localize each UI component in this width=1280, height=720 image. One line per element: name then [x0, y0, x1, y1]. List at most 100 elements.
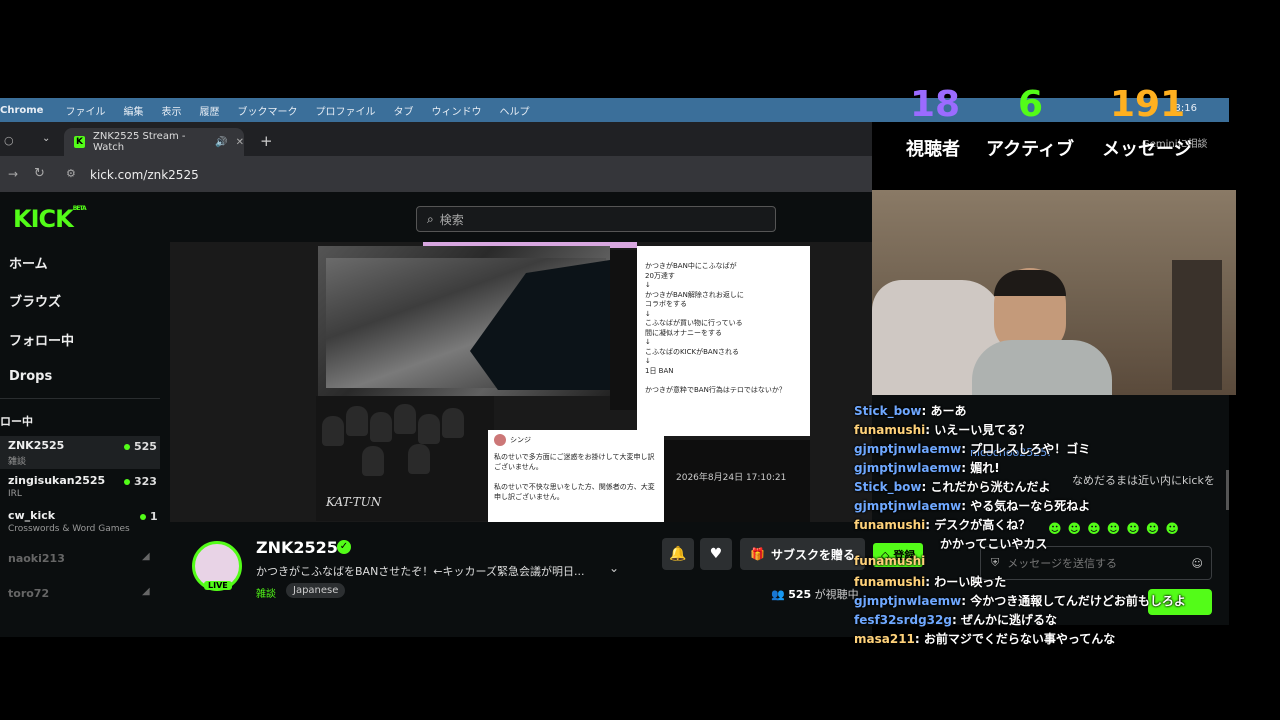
chat-username[interactable]: funamushi	[854, 554, 925, 568]
menu-edit[interactable]: 編集	[123, 103, 143, 118]
reload-icon[interactable]: ↻	[34, 166, 45, 181]
chat-message: かかってこいやカス	[940, 535, 1047, 552]
browser-tab[interactable]: K ZNK2525 Stream - Watch 🔊 ✕	[64, 128, 244, 156]
webcam-person-shirt	[972, 340, 1112, 395]
mac-menu-bar: Chrome ファイル 編集 表示 履歴 ブックマーク プロファイル タブ ウィ…	[0, 98, 1229, 122]
gift-sub-label: サブスクを贈る	[770, 547, 855, 562]
chat-username[interactable]: gjmptjnwlaemw	[854, 461, 961, 475]
menu-app-name[interactable]: Chrome	[0, 105, 43, 116]
band-title: KAT-TUN	[326, 495, 382, 509]
follow-heart-button[interactable]: ♥	[700, 538, 732, 570]
chat-message: funamushi: デスクが高くね？	[854, 518, 1031, 532]
chat-username[interactable]: funamushi	[854, 575, 925, 589]
stream-language-tag[interactable]: Japanese	[286, 583, 346, 598]
sidebar-channel-cw-kick[interactable]: cw_kick Crosswords & Word Games	[8, 509, 130, 534]
chat-username[interactable]: funamushi	[854, 423, 925, 437]
tab-close-icon[interactable]: ✕	[236, 137, 244, 148]
stream-channel-name[interactable]: ZNK2525	[256, 538, 338, 557]
menu-window[interactable]: ウィンドウ	[431, 103, 481, 118]
video-tweet-card: シンジ 私のせいで多方面にご迷惑をお掛けして大変申し訳ございません。 私のせいで…	[488, 430, 664, 522]
new-tab-icon[interactable]: +	[260, 132, 273, 150]
chat-text: プロレスしろや！ゴミ	[970, 442, 1091, 456]
chat-message: funamushi	[854, 554, 925, 568]
menu-tab[interactable]: タブ	[393, 103, 413, 118]
chat-text: デスクが高くね？	[934, 518, 1031, 532]
menu-profile[interactable]: プロファイル	[315, 103, 375, 118]
chat-username[interactable]: Stick_bow	[854, 404, 922, 418]
nav-following[interactable]: フォロー中	[9, 330, 74, 349]
stat-active-label: アクティブ	[986, 139, 1075, 160]
chat-message: funamushi: わーい映った	[854, 575, 1007, 589]
chat-overlay-text: なめだるまは近い内にkickを	[1072, 474, 1215, 487]
chat-username[interactable]: Stick_bow	[854, 480, 922, 494]
viewer-count: 1	[140, 510, 158, 523]
stream-category[interactable]: 雑談	[256, 585, 276, 600]
stat-messages-label: メッセージ	[1102, 139, 1192, 160]
channel-category: IRL	[8, 489, 22, 499]
sidebar-channel-zingisukan[interactable]: zingisukan2525 IRL	[8, 474, 105, 499]
expand-title-chevron-icon[interactable]: ⌄	[609, 561, 619, 575]
menu-file[interactable]: ファイル	[65, 103, 105, 118]
chat-message: gjmptjnwlaemw: 媚れ!	[854, 461, 1000, 475]
tab-audio-icon[interactable]: 🔊	[215, 137, 227, 148]
emoji-icon[interactable]: ☺	[1192, 557, 1203, 570]
chat-username[interactable]: masa211	[854, 632, 915, 646]
chat-username[interactable]: gjmptjnwlaemw	[854, 442, 961, 456]
nav-browse[interactable]: ブラウズ	[9, 291, 61, 310]
kick-favicon-icon: K	[74, 136, 85, 148]
chat-username[interactable]: funamushi	[854, 518, 925, 532]
emote-row-icon[interactable]: ☻☻☻☻☻☻☻	[1048, 522, 1185, 537]
kick-logo[interactable]: KICKBETA	[13, 205, 87, 233]
search-icon: ⌕	[427, 211, 434, 226]
tweet-text: 私のせいで多方面にご迷惑をお掛けして大変申し訳ございません。 私のせいで不快な思…	[494, 453, 655, 501]
gift-sub-button[interactable]: 🎁 サブスクを贈る	[740, 538, 865, 570]
search-input[interactable]: ⌕ 検索	[416, 206, 776, 232]
menu-bookmarks[interactable]: ブックマーク	[237, 103, 297, 118]
notification-bell-button[interactable]: 🔔	[662, 538, 694, 570]
chat-message: gjmptjnwlaemw: 今かつき通報してんだけどお前もしろよ	[854, 594, 1186, 608]
webcam-feed	[872, 190, 1236, 395]
menu-help[interactable]: ヘルプ	[499, 103, 529, 118]
tweet-user: シンジ	[510, 436, 531, 444]
chat-scrollbar[interactable]	[1226, 470, 1229, 510]
channel-name: cw_kick	[8, 509, 56, 522]
chat-text: わーい映った	[934, 575, 1007, 589]
chat-text: ぜんかに逃げるな	[960, 613, 1057, 627]
chat-text: いえーい見てる？	[934, 423, 1031, 437]
chat-text: あーあ	[930, 404, 967, 418]
channel-name: zingisukan2525	[8, 474, 106, 487]
chat-badge-icon: ⛨	[991, 556, 1000, 569]
webcam-person-hair	[994, 270, 1066, 296]
sidebar-channel-naoki[interactable]: naoki213	[8, 552, 65, 565]
viewer-count: 525	[124, 440, 157, 453]
chat-input-placeholder: メッセージを送信する	[1007, 557, 1118, 570]
nav-home[interactable]: ホーム	[9, 253, 48, 272]
bell-icon: 🔔	[669, 546, 687, 562]
viewers-icon: 👥	[771, 588, 785, 601]
sidebar-channel-znk2525[interactable]: ZNK2525 雑談	[8, 439, 64, 467]
nav-drops[interactable]: Drops	[9, 369, 52, 384]
site-info-icon[interactable]: ⚙	[66, 167, 76, 180]
chat-username[interactable]: gjmptjnwlaemw	[854, 499, 961, 513]
chat-message: gjmptjnwlaemw: やる気ねーなら死ねよ	[854, 499, 1091, 513]
xcom-label: X.com	[626, 432, 661, 443]
tab-list-chevron-icon[interactable]: ⌄	[42, 133, 50, 144]
verified-icon: ✓	[337, 540, 351, 554]
chat-message: funamushi: いえーい見てる？	[854, 423, 1031, 437]
sidebar-channel-toro[interactable]: toro72	[8, 587, 49, 600]
channel-category: Crosswords & Word Games	[8, 524, 130, 534]
url-input[interactable]: kick.com/znk2525	[90, 168, 199, 182]
chat-message: fesf32srdg32g: ぜんかに逃げるな	[854, 613, 1057, 627]
menu-view[interactable]: 表示	[161, 103, 181, 118]
stream-viewers: 👥 525 が視聴中	[771, 586, 859, 602]
forward-icon[interactable]: →	[8, 167, 18, 181]
close-tab-icon[interactable]: ○	[4, 134, 14, 147]
chat-username[interactable]: gjmptjnwlaemw	[854, 594, 961, 608]
chat-message: masa211: お前マジでくだらない事やってんな	[854, 632, 1116, 646]
chat-text: 媚れ!	[970, 461, 1000, 475]
chat-username[interactable]: fesf32srdg32g	[854, 613, 952, 627]
menu-history[interactable]: 履歴	[199, 103, 219, 118]
video-side-panel	[610, 250, 640, 410]
chat-message: Stick_bow: あーあ	[854, 404, 967, 418]
chat-message: Stick_bow: これだから洸むんだよ	[854, 480, 1051, 494]
